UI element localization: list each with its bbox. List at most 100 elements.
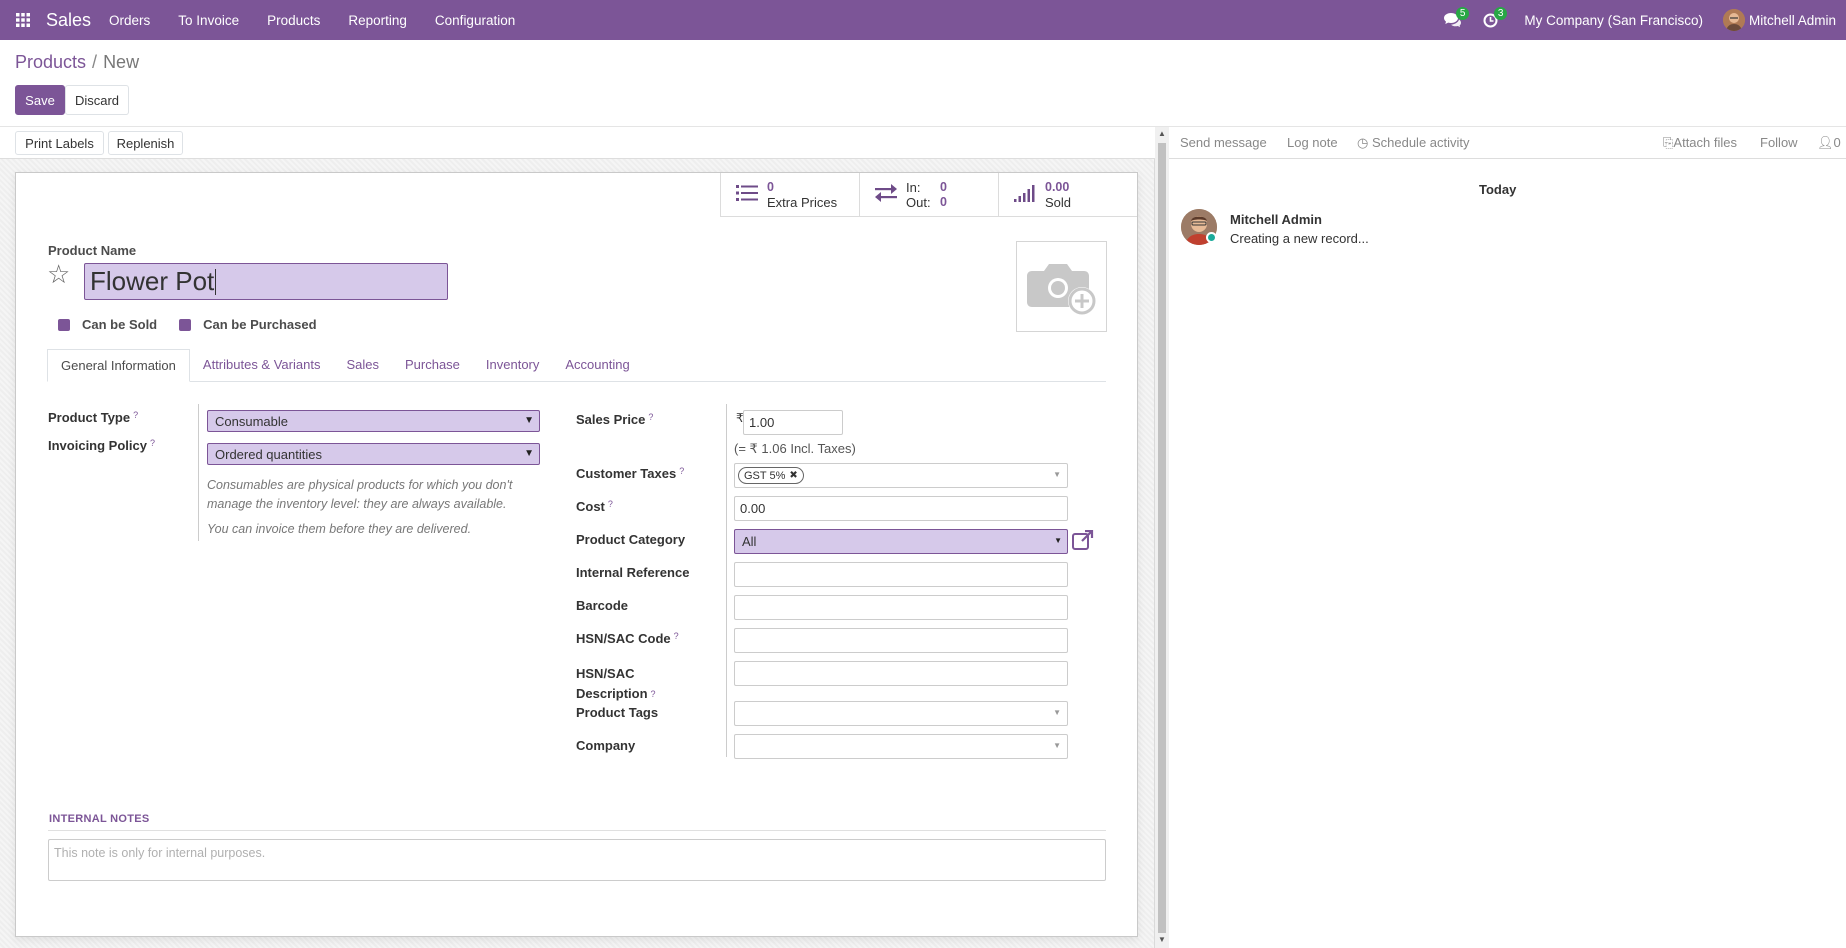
menu-configuration[interactable]: Configuration bbox=[435, 13, 515, 28]
invoicing-policy-label: Invoicing Policy? bbox=[48, 438, 155, 453]
list-icon bbox=[735, 182, 759, 208]
product-type-select[interactable]: Consumable ▼ bbox=[207, 410, 540, 432]
in-out-moves-button[interactable]: In: 0 Out: 0 bbox=[859, 173, 998, 217]
in-value: 0 bbox=[940, 179, 947, 194]
app-menu-icon[interactable] bbox=[0, 0, 46, 40]
smart-button-box: 0 Extra Prices In: 0 Out: 0 0.00 Sold bbox=[720, 173, 1137, 217]
help-icon[interactable]: ? bbox=[150, 438, 155, 448]
hsn-description-label: HSN/SAC Description? bbox=[576, 666, 656, 701]
tab-inventory[interactable]: Inventory bbox=[473, 349, 552, 382]
hsn-code-input[interactable] bbox=[734, 628, 1068, 653]
tab-general-information[interactable]: General Information bbox=[47, 349, 190, 382]
follow-button[interactable]: Follow bbox=[1760, 135, 1798, 150]
messages-icon[interactable]: 5 bbox=[1438, 0, 1470, 40]
product-name-input[interactable]: Flower Pot bbox=[84, 263, 448, 300]
in-label: In: bbox=[906, 179, 921, 195]
breadcrumb-products-link[interactable]: Products bbox=[15, 52, 86, 72]
tab-purchase[interactable]: Purchase bbox=[392, 349, 473, 382]
message-body: Creating a new record... bbox=[1230, 231, 1369, 246]
tab-accounting[interactable]: Accounting bbox=[552, 349, 642, 382]
extra-prices-button[interactable]: 0 Extra Prices bbox=[720, 173, 859, 217]
scroll-up-icon[interactable]: ▲ bbox=[1158, 129, 1166, 138]
save-button[interactable]: Save bbox=[15, 85, 65, 115]
hsn-code-label: HSN/SAC Code? bbox=[576, 631, 679, 646]
form-scrollbar[interactable]: ▲ ▼ bbox=[1155, 127, 1169, 948]
product-category-value: All bbox=[742, 534, 757, 549]
attach-files-button[interactable]: ⎘Attach files bbox=[1663, 135, 1737, 151]
activities-clock-icon[interactable]: 3 bbox=[1476, 0, 1508, 40]
company-switcher[interactable]: My Company (San Francisco) bbox=[1524, 13, 1703, 28]
help-icon[interactable]: ? bbox=[608, 499, 613, 509]
chevron-down-icon: ▼ bbox=[524, 448, 534, 459]
internal-reference-input[interactable] bbox=[734, 562, 1068, 587]
internal-notes-textarea[interactable]: This note is only for internal purposes. bbox=[48, 839, 1106, 881]
hsn-description-input[interactable] bbox=[734, 661, 1068, 686]
replenish-button[interactable]: Replenish bbox=[108, 131, 183, 155]
menu-reporting[interactable]: Reporting bbox=[348, 13, 407, 28]
menu-products[interactable]: Products bbox=[267, 13, 320, 28]
product-tags-input[interactable]: ▼ bbox=[734, 701, 1068, 726]
breadcrumb-current: New bbox=[103, 52, 140, 72]
sold-button[interactable]: 0.00 Sold bbox=[998, 173, 1137, 217]
tax-tag[interactable]: GST 5% ✖ bbox=[738, 467, 804, 484]
cost-input[interactable]: 0.00 bbox=[734, 496, 1068, 521]
tab-attributes-variants[interactable]: Attributes & Variants bbox=[190, 349, 334, 382]
can-be-sold-checkbox[interactable] bbox=[58, 318, 70, 331]
followers-button[interactable]: 👤︎0 bbox=[1817, 135, 1841, 151]
scrollbar-thumb[interactable] bbox=[1158, 143, 1166, 933]
product-image-upload[interactable] bbox=[1016, 241, 1107, 332]
out-value: 0 bbox=[940, 194, 947, 209]
clock-icon: ◷ bbox=[1357, 135, 1372, 150]
chevron-down-icon: ▼ bbox=[1053, 470, 1061, 479]
invoicing-note: You can invoice them before they are del… bbox=[207, 522, 472, 536]
tab-sales[interactable]: Sales bbox=[333, 349, 392, 382]
breadcrumb: Products / New bbox=[15, 52, 139, 73]
invoicing-policy-select[interactable]: Ordered quantities ▼ bbox=[207, 443, 540, 465]
camera-plus-icon bbox=[1026, 263, 1096, 315]
signal-bars-icon bbox=[1013, 182, 1037, 208]
help-icon[interactable]: ? bbox=[133, 410, 138, 420]
user-menu[interactable]: Mitchell Admin bbox=[1722, 9, 1836, 31]
user-avatar bbox=[1722, 9, 1745, 31]
print-labels-button[interactable]: Print Labels bbox=[15, 131, 104, 155]
user-icon: 👤︎ bbox=[1817, 135, 1834, 150]
sales-price-label: Sales Price? bbox=[576, 412, 654, 427]
form-sheet: 0 Extra Prices In: 0 Out: 0 0.00 Sold Pr… bbox=[15, 172, 1138, 937]
scroll-down-icon[interactable]: ▼ bbox=[1158, 935, 1166, 944]
product-category-select[interactable]: All ▼ bbox=[734, 529, 1068, 554]
form-statusbar: Print Labels Replenish bbox=[0, 127, 1155, 159]
activities-count-badge: 3 bbox=[1493, 7, 1508, 20]
right-group-divider bbox=[726, 404, 727, 757]
chevron-down-icon: ▼ bbox=[1053, 708, 1061, 717]
can-be-sold-label: Can be Sold bbox=[82, 317, 158, 332]
discard-button[interactable]: Discard bbox=[65, 85, 129, 115]
out-label: Out: bbox=[906, 194, 931, 210]
menu-to-invoice[interactable]: To Invoice bbox=[178, 13, 239, 28]
extra-prices-label: Extra Prices bbox=[767, 194, 838, 210]
product-name-value: Flower Pot bbox=[90, 266, 215, 296]
external-link-icon[interactable] bbox=[1072, 529, 1094, 553]
can-be-purchased-checkbox[interactable] bbox=[179, 318, 192, 331]
notes-separator bbox=[48, 830, 1106, 831]
barcode-input[interactable] bbox=[734, 595, 1068, 620]
help-icon[interactable]: ? bbox=[651, 689, 656, 699]
remove-tag-icon[interactable]: ✖ bbox=[789, 470, 797, 481]
tax-tag-label: GST 5% bbox=[744, 469, 786, 482]
exchange-arrows-icon bbox=[874, 182, 898, 208]
favorite-star-icon[interactable]: ☆ bbox=[47, 261, 70, 287]
send-message-button[interactable]: Send message bbox=[1180, 135, 1267, 150]
can-be-purchased-label: Can be Purchased bbox=[203, 317, 317, 332]
help-icon[interactable]: ? bbox=[679, 466, 684, 476]
help-icon[interactable]: ? bbox=[648, 412, 653, 422]
company-input[interactable]: ▼ bbox=[734, 734, 1068, 759]
customer-taxes-field[interactable]: GST 5% ✖ ▼ bbox=[734, 463, 1068, 488]
schedule-activity-button[interactable]: ◷ Schedule activity bbox=[1357, 135, 1470, 151]
log-note-button[interactable]: Log note bbox=[1287, 135, 1338, 150]
message-author[interactable]: Mitchell Admin bbox=[1230, 212, 1322, 227]
app-brand[interactable]: Sales bbox=[46, 10, 91, 31]
product-type-value: Consumable bbox=[215, 413, 288, 429]
help-icon[interactable]: ? bbox=[674, 631, 679, 641]
menu-orders[interactable]: Orders bbox=[109, 13, 150, 28]
sales-price-input[interactable]: 1.00 bbox=[743, 410, 843, 435]
product-type-label: Product Type? bbox=[48, 410, 139, 425]
